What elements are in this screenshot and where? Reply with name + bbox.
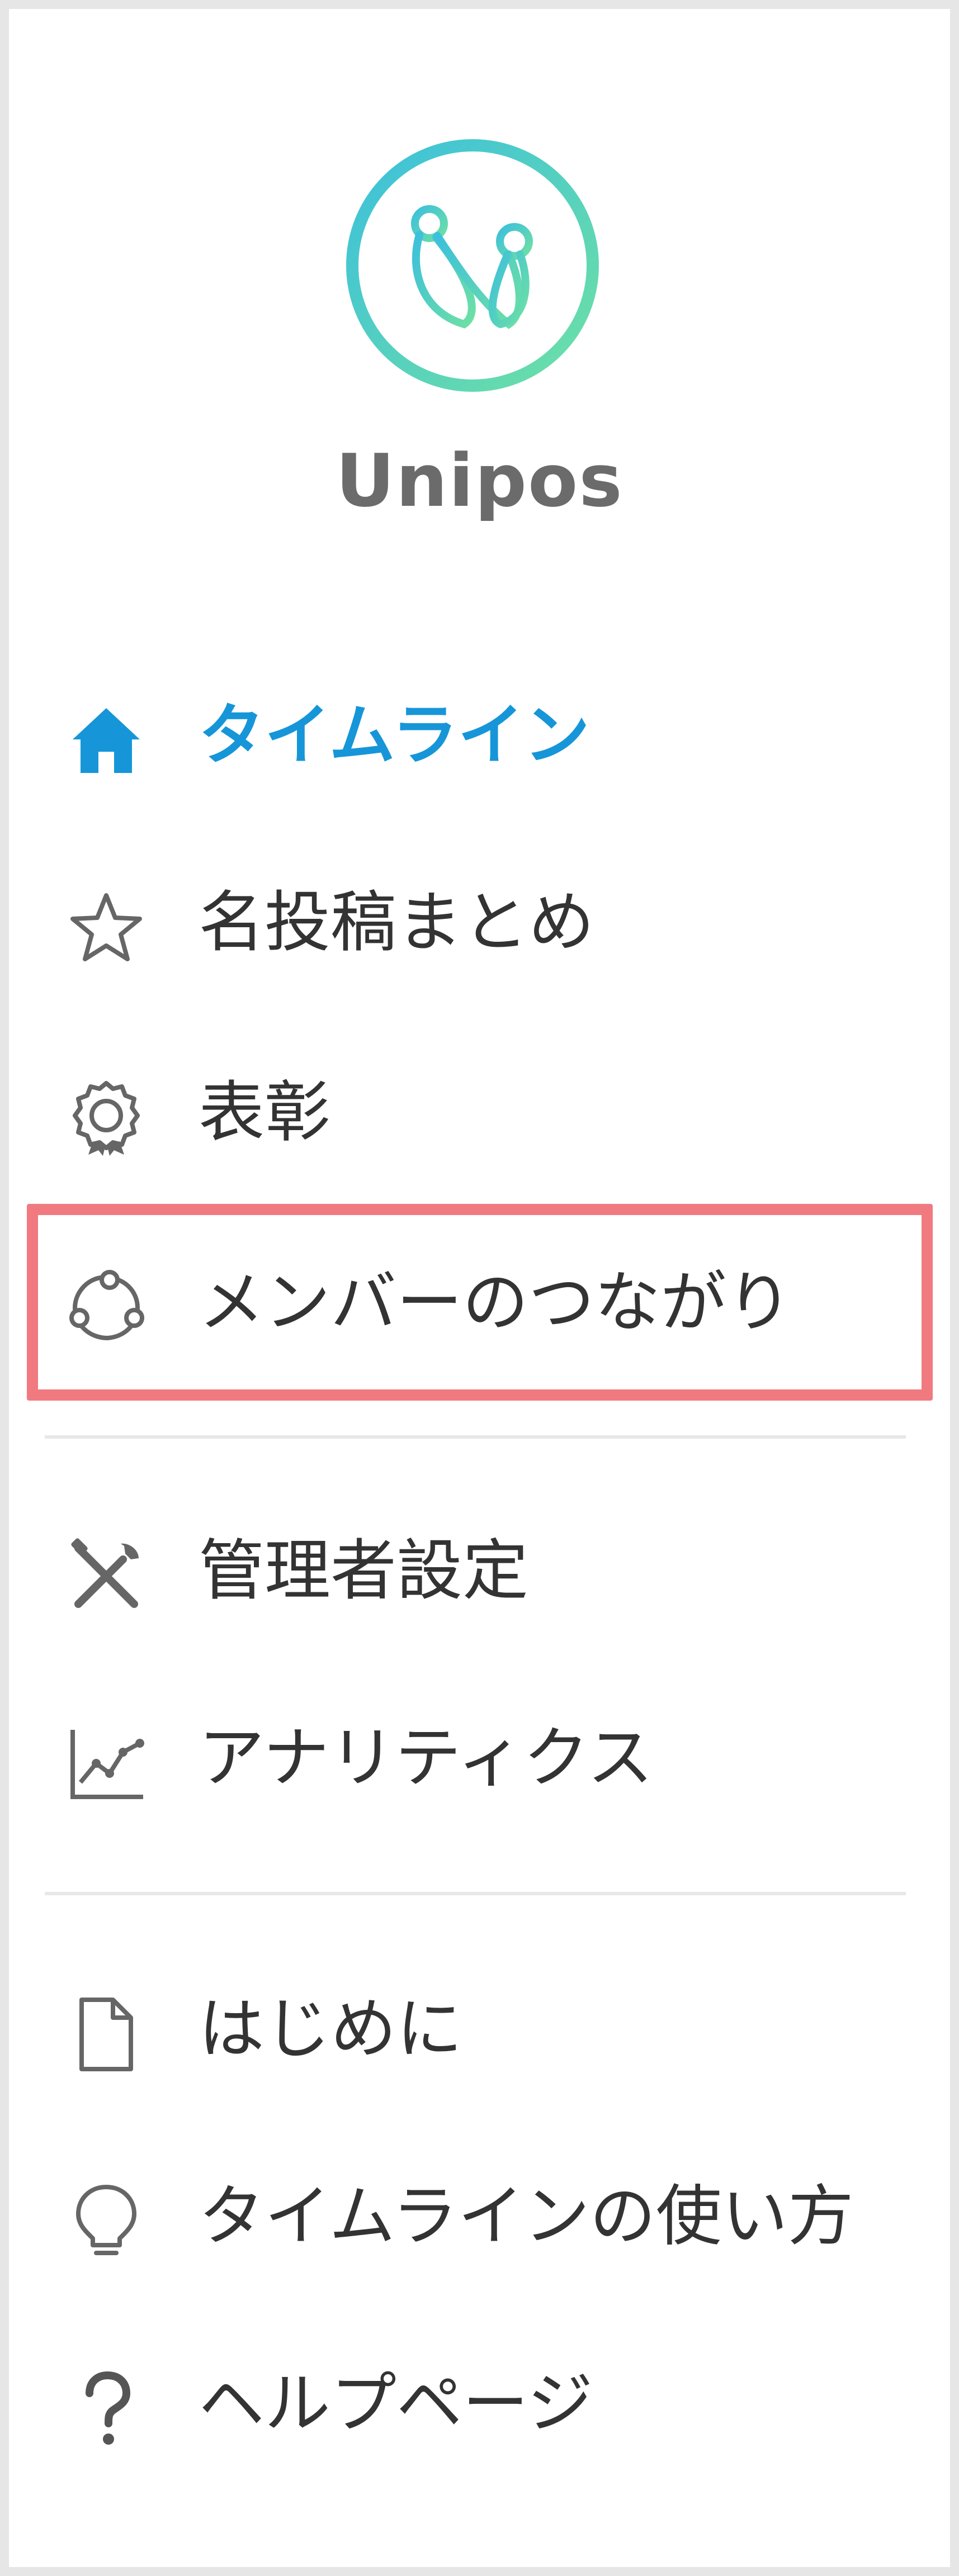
nav-item-member-connections[interactable]: メンバーのつながり: [45, 1218, 917, 1386]
nav-item-best-posts[interactable]: 名投稿まとめ: [45, 838, 917, 1006]
network-icon: [67, 1269, 145, 1347]
nav-item-label: アナリティクス: [199, 1719, 654, 1796]
nav-item-label: 管理者設定: [199, 1532, 529, 1609]
nav-item-label: 名投稿まとめ: [199, 884, 595, 961]
analytics-chart-icon: [67, 1724, 145, 1802]
unipos-logo[interactable]: [341, 134, 604, 397]
question-icon: [67, 2370, 145, 2448]
nav-divider: [45, 1435, 906, 1439]
nav-item-help-page[interactable]: ヘルプページ: [45, 2319, 917, 2487]
home-icon: [67, 701, 145, 780]
star-icon: [67, 889, 145, 967]
sidebar-frame: Unipos タイムライン 名投稿まとめ 表彰 メンバーのつながり 管理者設定 …: [0, 0, 959, 2576]
tools-icon: [67, 1537, 145, 1615]
nav-item-getting-started[interactable]: はじめに: [45, 1945, 917, 2113]
nav-item-timeline[interactable]: タイムライン: [45, 651, 917, 819]
nav-item-awards[interactable]: 表彰: [45, 1028, 917, 1196]
nav-item-timeline-guide[interactable]: タイムラインの使い方: [45, 2132, 917, 2300]
nav-item-label: 表彰: [199, 1074, 331, 1151]
nav-item-label: メンバーのつながり: [199, 1264, 793, 1341]
award-badge-icon: [67, 1079, 145, 1157]
nav-item-label: ヘルプページ: [199, 2365, 593, 2442]
nav-divider: [45, 1892, 906, 1895]
nav-item-label: はじめに: [199, 1990, 463, 2067]
document-icon: [67, 1995, 145, 2074]
nav-item-label: タイムラインの使い方: [199, 2177, 854, 2255]
brand-name: Unipos: [336, 438, 623, 523]
lightbulb-icon: [67, 2183, 145, 2261]
nav-item-analytics[interactable]: アナリティクス: [45, 1674, 917, 1842]
nav-item-label: タイムライン: [199, 696, 590, 774]
nav-item-admin-settings[interactable]: 管理者設定: [45, 1487, 917, 1654]
